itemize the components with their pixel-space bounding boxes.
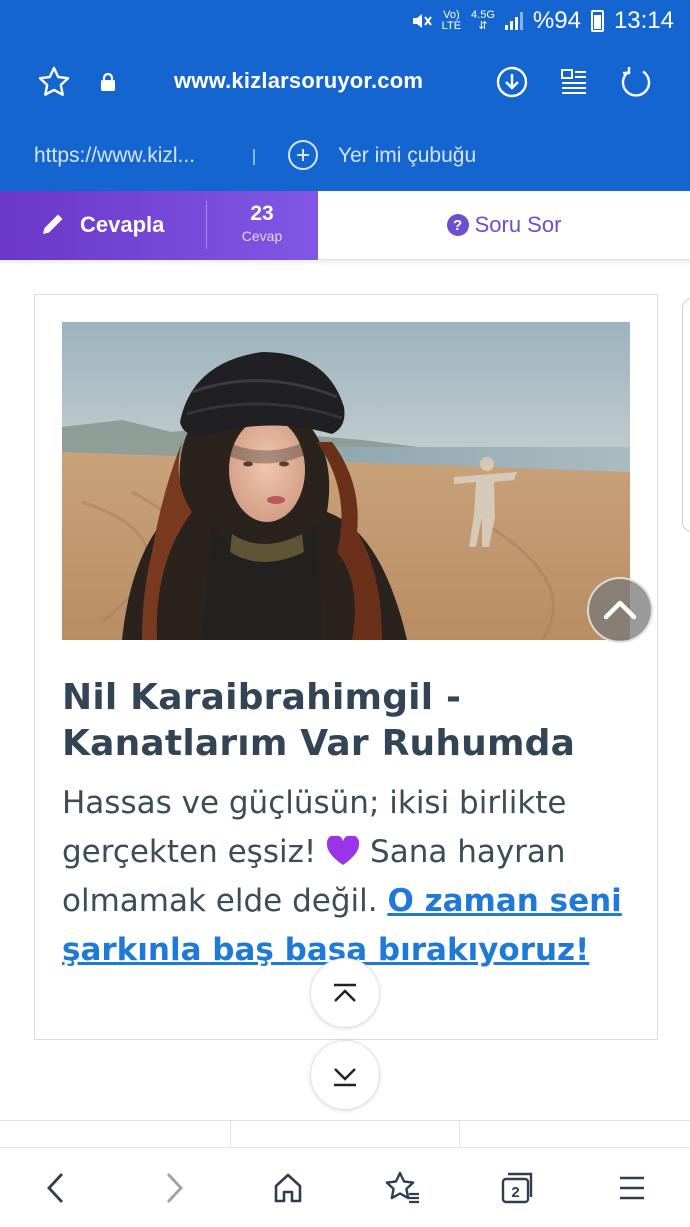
tab-count: 2 [511, 1184, 519, 1201]
scroll-to-bottom-button[interactable] [310, 1040, 380, 1110]
header-shadow [0, 260, 690, 266]
column-divider [230, 1121, 231, 1147]
answer-label: Cevapla [80, 212, 165, 237]
download-icon[interactable] [494, 64, 530, 100]
lock-icon [90, 64, 126, 100]
side-panel-handle[interactable] [682, 298, 690, 532]
answer-count-label: Cevap [241, 228, 283, 244]
battery-percent: %94 [532, 7, 581, 34]
content-card: Nil Karaibrahimgil - Kanatlarım Var Ruhu… [34, 294, 658, 1040]
scroll-bottom-icon [334, 1068, 356, 1087]
tabs-icon: 2 [501, 1172, 533, 1204]
bookmark-separator [253, 149, 255, 165]
battery-icon [590, 10, 604, 32]
tabs-button[interactable]: 2 [497, 1168, 537, 1208]
ask-label: Soru Sor [474, 212, 562, 237]
browser-chrome: Vo) LTE 4.5G ⇵ %94 13:14 www.kizlarsoruy… [0, 0, 690, 191]
forward-button[interactable] [154, 1168, 194, 1208]
refresh-icon[interactable] [618, 64, 654, 100]
add-bookmark-icon[interactable] [288, 140, 318, 170]
reader-mode-icon[interactable] [556, 64, 592, 100]
chevron-up-icon [603, 600, 637, 620]
bookmark-bar-label[interactable]: Yer imi çubuğu [338, 144, 476, 168]
article-image[interactable] [62, 322, 630, 640]
home-icon [274, 1173, 302, 1203]
volte-indicator: Vo) LTE [441, 9, 462, 32]
status-bar: Vo) LTE 4.5G ⇵ %94 13:14 [410, 6, 674, 36]
content-divider [0, 1120, 690, 1121]
purple-heart-icon [327, 836, 360, 865]
scroll-up-button[interactable] [587, 577, 653, 643]
bookmark-star-icon[interactable] [36, 64, 72, 100]
article-title[interactable]: Nil Karaibrahimgil - Kanatlarım Var Ruhu… [62, 675, 632, 767]
ask-question-button[interactable]: ? Soru Sor [318, 191, 690, 260]
menu-icon [620, 1176, 644, 1200]
menu-button[interactable] [612, 1168, 652, 1208]
mute-icon [412, 14, 432, 28]
forward-arrow-icon [166, 1173, 183, 1203]
url-text[interactable]: www.kizlarsoruyor.com [174, 68, 423, 94]
clock: 13:14 [613, 7, 674, 34]
bookmark-bar: https://www.kizl... Yer imi çubuğu [0, 137, 690, 177]
answer-count: 23 [250, 202, 274, 225]
network-type: 4.5G ⇵ [471, 9, 495, 32]
bookmarks-button[interactable] [383, 1168, 423, 1208]
bookmark-item[interactable]: https://www.kizl... [34, 144, 195, 168]
back-button[interactable] [36, 1168, 76, 1208]
bookmarks-icon [385, 1171, 419, 1204]
pencil-icon [43, 214, 63, 234]
scroll-top-icon [334, 983, 356, 1002]
back-arrow-icon [47, 1173, 64, 1203]
answer-button[interactable]: Cevapla 23 Cevap [0, 191, 318, 260]
home-button[interactable] [268, 1168, 308, 1208]
question-icon: ? [446, 214, 469, 236]
address-bar: www.kizlarsoruyor.com [0, 56, 690, 108]
scroll-to-top-button[interactable] [310, 958, 380, 1028]
signal-icon [504, 12, 523, 30]
article-text: Hassas ve güçlüsün; ikisi birlikte gerçe… [62, 779, 637, 975]
column-divider [459, 1121, 460, 1147]
browser-nav-bar: 2 [0, 1147, 690, 1227]
